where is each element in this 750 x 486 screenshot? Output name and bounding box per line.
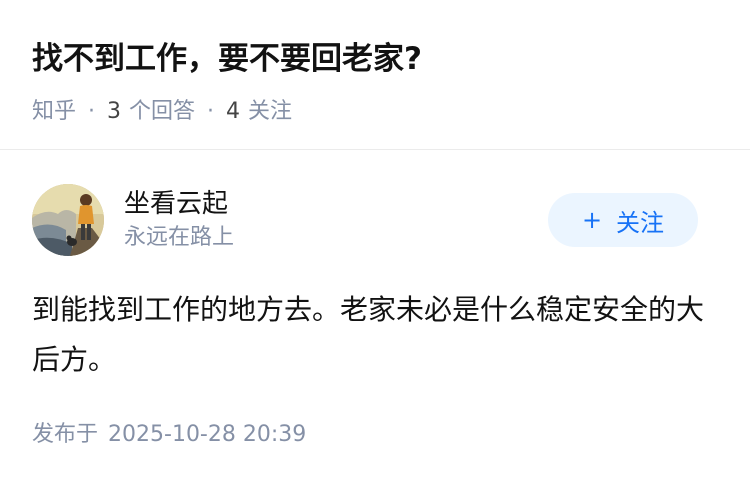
- author-row: 坐看云起 永远在路上 + 关注: [32, 183, 718, 257]
- published-timestamp: 2025-10-28 20:39: [108, 422, 307, 447]
- answer-item: 坐看云起 永远在路上 + 关注 到能找到工作的地方去。老家未必是什么稳定安全的大…: [0, 183, 750, 451]
- follow-button[interactable]: + 关注: [548, 193, 698, 247]
- answer-count-number: 3: [107, 99, 122, 124]
- answer-count[interactable]: 3 个回答: [107, 96, 195, 128]
- answer-count-label: 个回答: [129, 99, 196, 124]
- follower-count[interactable]: 4 关注: [226, 96, 292, 128]
- author-name[interactable]: 坐看云起: [124, 186, 234, 222]
- plus-icon: +: [581, 206, 603, 234]
- meta-separator: ·: [88, 99, 96, 124]
- published-time: 发布于 2025-10-28 20:39: [32, 419, 718, 451]
- avatar-illustration-icon: [32, 184, 104, 256]
- question-title[interactable]: 找不到工作，要不要回老家?: [32, 0, 718, 82]
- question-meta: 知乎 · 3 个回答 · 4 关注: [32, 96, 718, 128]
- published-prefix: 发布于: [32, 422, 99, 447]
- source-label: 知乎: [32, 99, 77, 124]
- author-info: 坐看云起 永远在路上: [124, 186, 234, 254]
- follow-button-label: 关注: [616, 208, 665, 237]
- question-header: 找不到工作，要不要回老家? 知乎 · 3 个回答 · 4 关注: [0, 0, 750, 150]
- avatar[interactable]: [32, 184, 104, 256]
- follower-count-number: 4: [226, 99, 241, 124]
- answer-content: 到能找到工作的地方去。老家未必是什么稳定安全的大后方。: [32, 293, 705, 376]
- meta-separator: ·: [207, 99, 215, 124]
- follower-count-label: 关注: [248, 99, 293, 124]
- author-headline: 永远在路上: [124, 225, 235, 250]
